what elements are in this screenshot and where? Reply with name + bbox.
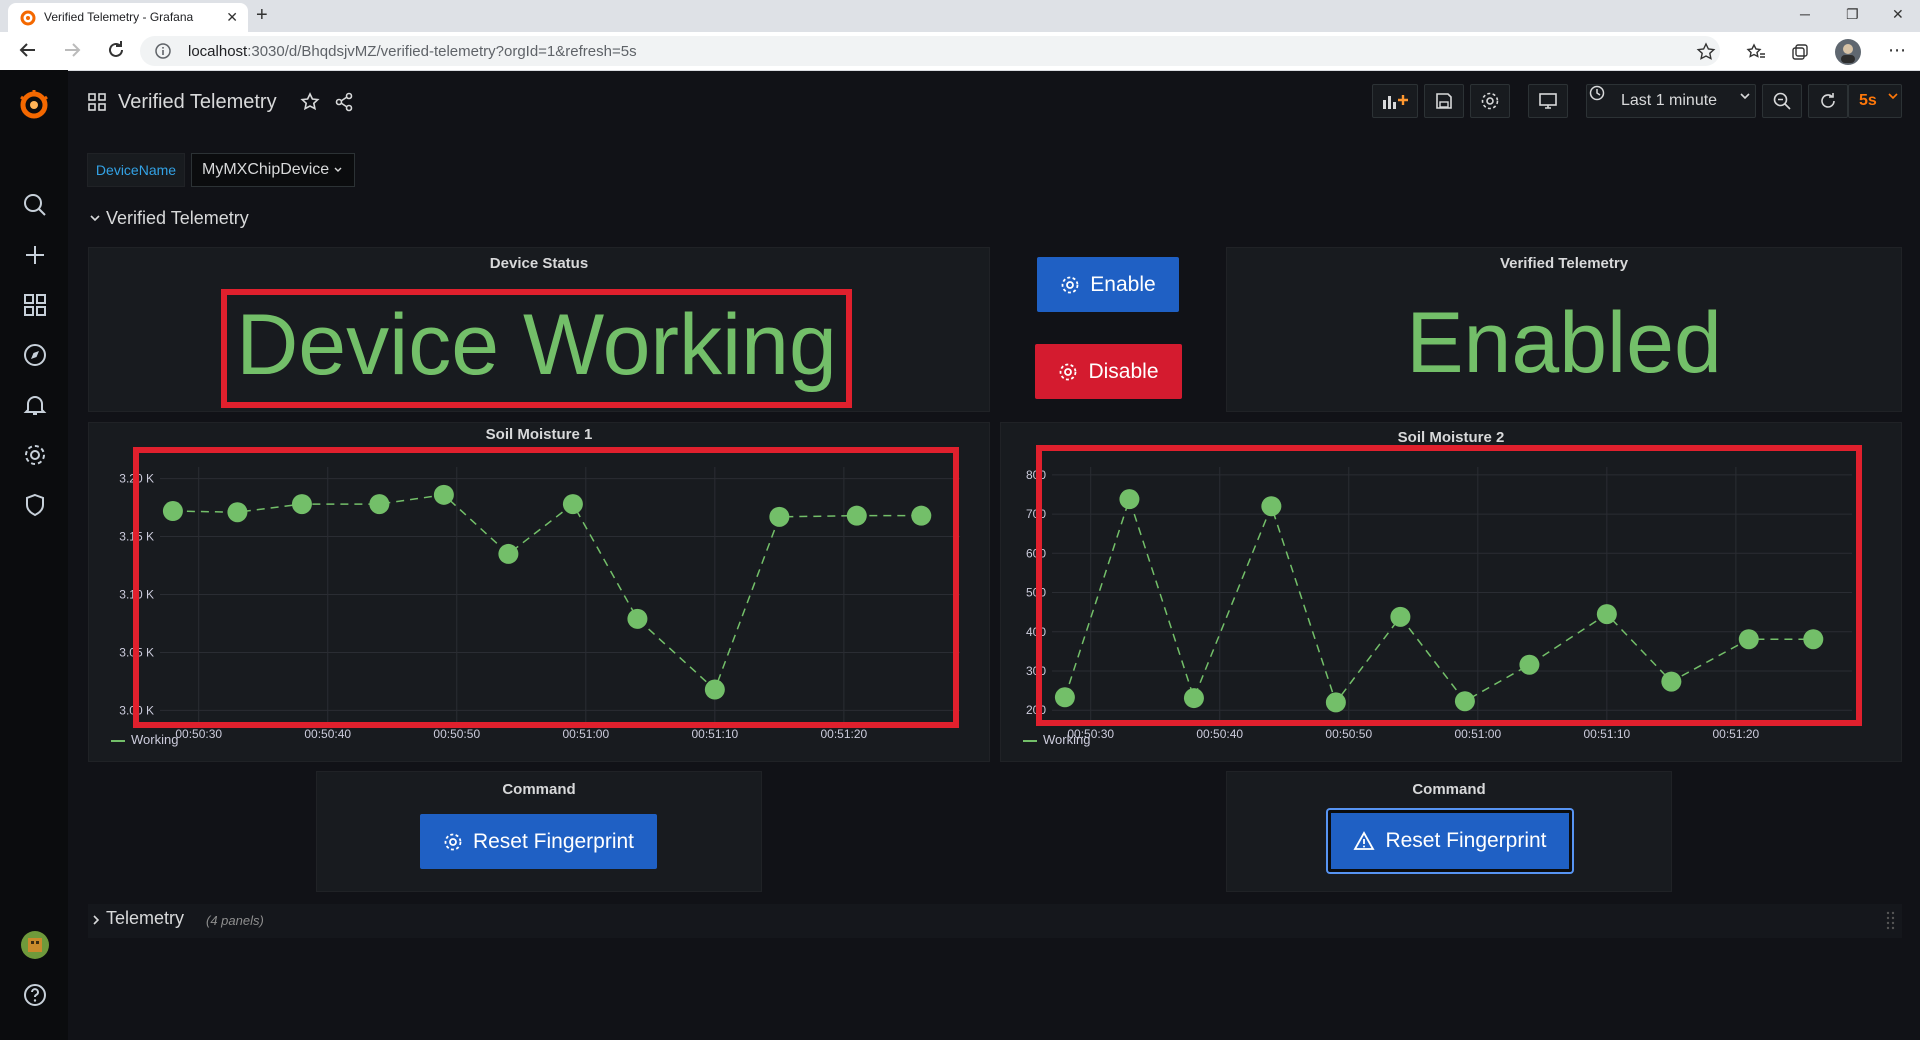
star-dashboard-icon[interactable] [300, 92, 320, 112]
reset-fingerprint-button-1[interactable]: Reset Fingerprint [420, 814, 657, 869]
x-tick-label: 00:50:40 [304, 727, 351, 740]
window-minimize-button[interactable]: ─ [1800, 6, 1810, 22]
verified-telemetry-value: Enabled [1406, 295, 1722, 391]
x-tick-label: 00:51:00 [562, 727, 609, 740]
panel-title: Command [1412, 781, 1486, 798]
address-bar[interactable]: localhost:3030/d/BhqdsjvMZ/verified-tele… [140, 36, 1720, 66]
collections-icon[interactable] [1790, 42, 1810, 62]
x-tick-label: 00:50:30 [175, 727, 222, 740]
gear-icon [1058, 362, 1078, 382]
zoom-out-button[interactable] [1762, 84, 1802, 118]
reload-icon[interactable] [104, 38, 128, 62]
create-plus-icon[interactable] [22, 242, 48, 268]
enable-button-label: Enable [1090, 272, 1156, 296]
reset-fingerprint-label: Reset Fingerprint [472, 829, 635, 853]
url-host: localhost [188, 43, 248, 60]
share-dashboard-icon[interactable] [334, 92, 354, 112]
dashboard-settings-button[interactable] [1470, 84, 1510, 118]
row-title-telemetry: Telemetry [106, 908, 185, 928]
browser-menu-icon[interactable]: ⋯ [1888, 40, 1906, 61]
time-range-label: Last 1 minute [1621, 92, 1718, 109]
drag-handle-icon[interactable] [1886, 910, 1896, 932]
device-name-value: MyMXChipDevice [202, 161, 330, 178]
row-expand-chevron-icon [92, 915, 100, 925]
disable-button-label: Disable [1088, 359, 1159, 383]
x-tick-label: 00:51:20 [1713, 727, 1760, 740]
x-tick-label: 00:51:20 [821, 727, 868, 740]
variable-label: DeviceName [87, 153, 185, 187]
refresh-interval-picker[interactable]: 5s [1848, 84, 1902, 118]
url-path: :3030/d/BhqdsjvMZ/verified-telemetry?org… [247, 43, 637, 60]
browser-tab[interactable]: Verified Telemetry - Grafana ✕ [8, 3, 248, 32]
x-tick-label: 00:51:10 [1583, 727, 1630, 740]
new-tab-button[interactable]: + [256, 4, 268, 27]
panel-title: Command [502, 781, 576, 798]
x-tick-label: 00:51:00 [1454, 727, 1501, 740]
dashboards-icon[interactable] [22, 292, 48, 318]
dashboard-grid-icon [88, 93, 106, 111]
browser-tab-strip [0, 0, 1920, 32]
disable-button[interactable]: Disable [1035, 344, 1182, 399]
panel-title: Device Status [489, 255, 589, 272]
dashboard-title[interactable]: Verified Telemetry [118, 91, 277, 114]
configuration-gear-icon[interactable] [22, 442, 48, 468]
tab-close-icon[interactable]: ✕ [226, 9, 238, 26]
refresh-interval-label: 5s [1859, 92, 1877, 109]
side-menu [0, 70, 68, 1040]
highlight-box [1036, 445, 1862, 726]
gear-icon [1060, 275, 1080, 295]
url-text: localhost:3030/d/BhqdsjvMZ/verified-tele… [188, 43, 637, 60]
panel-title: Verified Telemetry [1499, 255, 1629, 272]
device-name-select[interactable]: MyMXChipDevice [191, 153, 355, 187]
favorites-icon[interactable] [1746, 42, 1766, 62]
reset-fingerprint-label: Reset Fingerprint [1385, 829, 1547, 852]
row-telemetry[interactable]: Telemetry (4 panels) [88, 904, 1902, 938]
warning-triangle-icon [1353, 831, 1375, 851]
x-tick-label: 00:50:50 [1325, 727, 1372, 740]
forward-icon[interactable] [60, 38, 84, 62]
reset-fingerprint-button-2[interactable]: Reset Fingerprint [1328, 810, 1572, 872]
device-status-value: Device Working [236, 297, 837, 393]
add-panel-button[interactable] [1372, 84, 1418, 118]
save-dashboard-button[interactable] [1424, 84, 1464, 118]
server-admin-shield-icon[interactable] [22, 492, 48, 518]
grafana-favicon-icon [20, 10, 36, 26]
refresh-dashboard-button[interactable] [1808, 84, 1848, 118]
window-close-button[interactable]: ✕ [1892, 6, 1904, 23]
chevron-down-icon [334, 167, 342, 173]
back-icon[interactable] [16, 38, 40, 62]
x-tick-label: 00:50:50 [433, 727, 480, 740]
time-picker-button[interactable]: Last 1 minute [1586, 84, 1756, 118]
window-maximize-button[interactable]: ❐ [1846, 6, 1859, 23]
grafana-logo-icon[interactable] [17, 88, 51, 122]
alerting-bell-icon[interactable] [22, 392, 48, 418]
x-tick-label: 00:51:10 [691, 727, 738, 740]
help-icon[interactable] [22, 982, 48, 1008]
x-tick-label: 00:50:40 [1196, 727, 1243, 740]
gear-icon [443, 832, 463, 852]
explore-compass-icon[interactable] [22, 342, 48, 368]
favorite-star-icon[interactable] [1696, 42, 1716, 62]
search-icon[interactable] [22, 192, 48, 218]
profile-avatar[interactable] [1834, 38, 1862, 66]
verified-telemetry-panel: Verified Telemetry Enabled [1226, 247, 1902, 412]
enable-button[interactable]: Enable [1037, 257, 1179, 312]
row-panel-count: (4 panels) [206, 913, 264, 928]
row-collapse-chevron-icon[interactable] [90, 214, 100, 222]
cycle-view-mode-button[interactable] [1528, 84, 1568, 118]
user-avatar[interactable] [20, 930, 50, 960]
x-tick-label: 00:50:30 [1067, 727, 1114, 740]
row-title-verified-telemetry[interactable]: Verified Telemetry [106, 208, 249, 229]
site-info-icon[interactable] [154, 42, 172, 60]
highlight-box [133, 447, 959, 728]
browser-tab-title: Verified Telemetry - Grafana [44, 10, 194, 24]
